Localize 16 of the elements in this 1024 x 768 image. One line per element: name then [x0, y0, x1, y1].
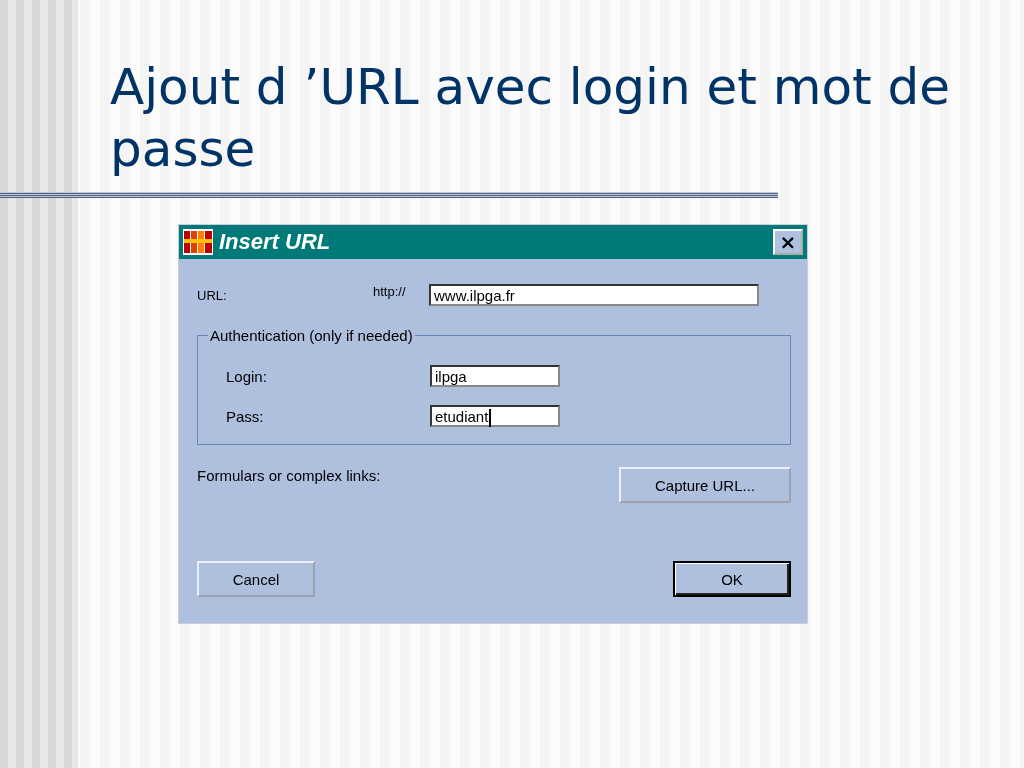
capture-url-button[interactable]: Capture URL... [619, 467, 791, 503]
field-label: Pass: [226, 407, 265, 425]
field-label: Login: [226, 367, 268, 385]
complex-links-label: Formulars or complex links: [197, 467, 381, 484]
dialog-button[interactable]: Cancel [197, 561, 315, 597]
dialog-button[interactable]: OK [673, 561, 791, 597]
group-legend: Authentication (only if needed) [208, 327, 415, 344]
close-button[interactable]: × [773, 229, 803, 255]
url-label: URL: [197, 287, 228, 303]
url-field[interactable]: www.ilpga.fr [429, 284, 759, 306]
slide-title: Ajout d ’URL avec login et mot de passe [110, 57, 952, 180]
input-field[interactable]: etudiant [430, 405, 560, 427]
app-logo-icon [183, 229, 213, 255]
window-title: Insert URL [219, 229, 332, 255]
input-field[interactable]: ilpga [430, 365, 560, 387]
protocol-label: http:// [373, 283, 407, 299]
